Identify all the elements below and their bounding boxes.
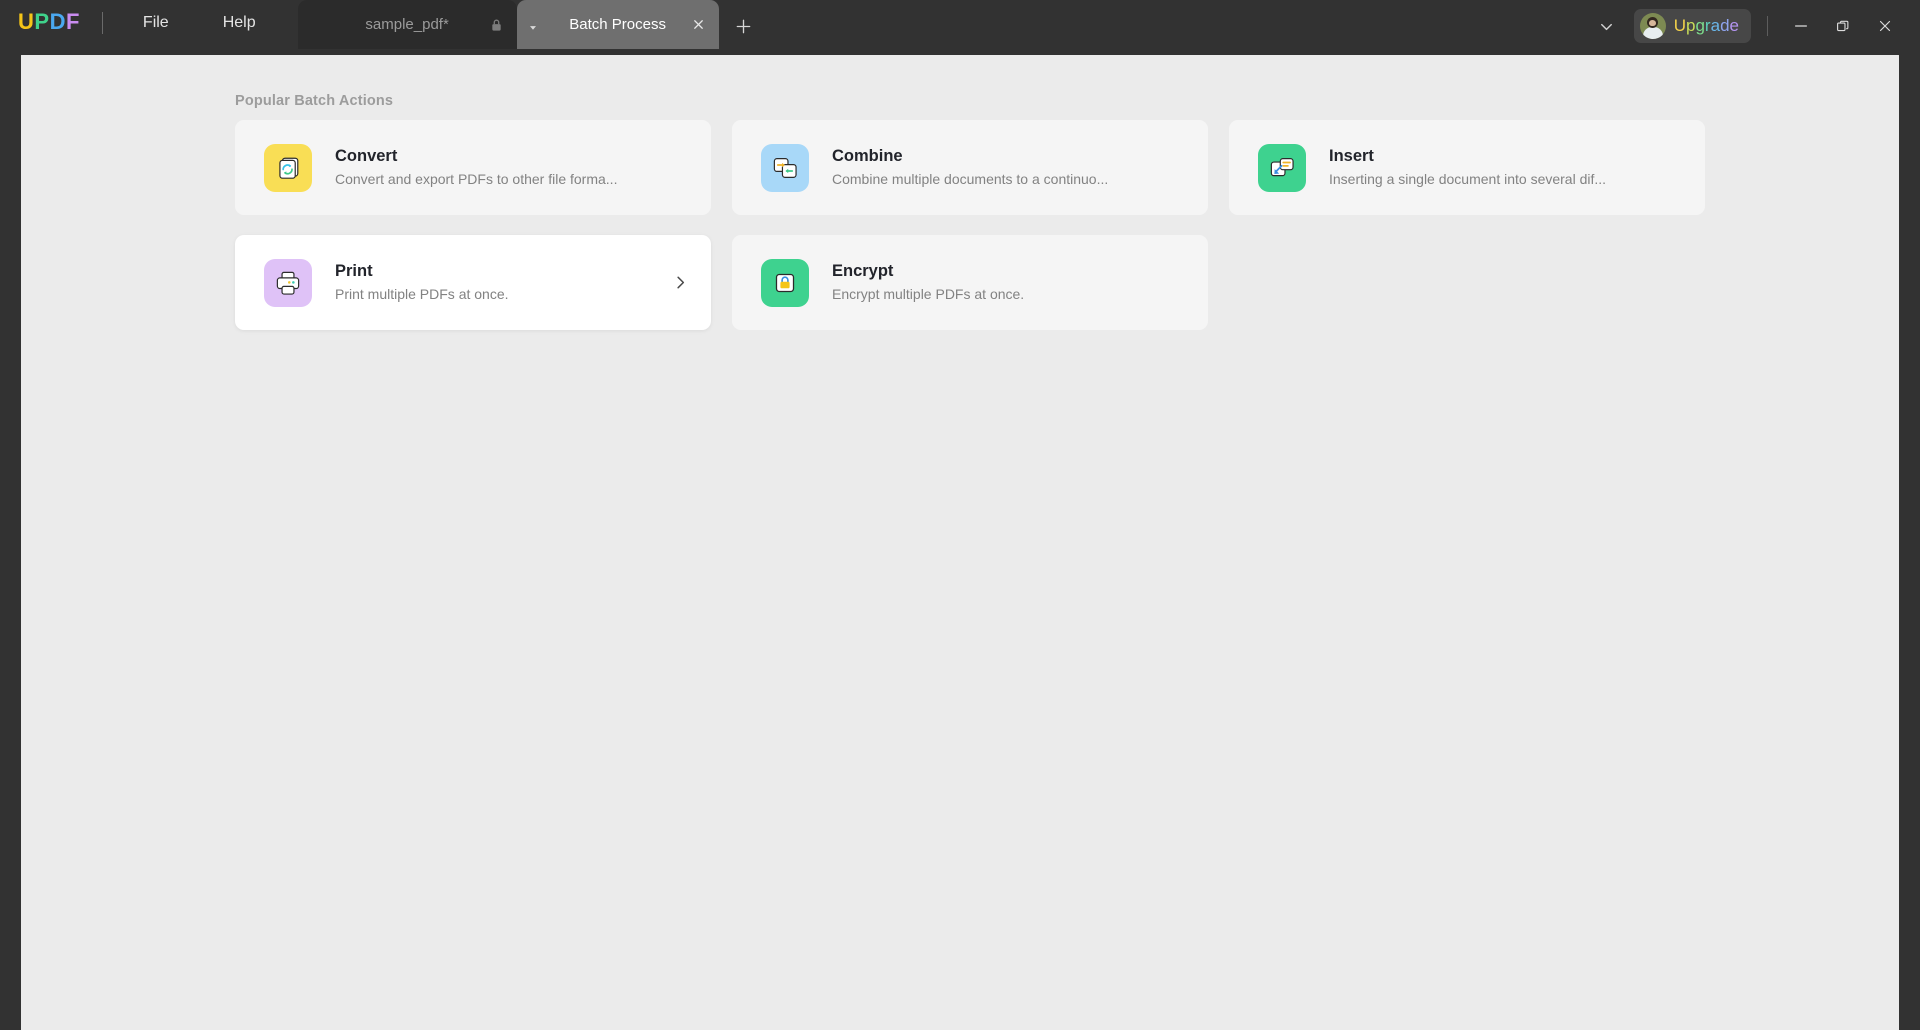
chevron-right-icon[interactable] [671, 274, 689, 292]
encrypt-icon [761, 258, 809, 307]
batch-action-card-combine[interactable]: Combine Combine multiple documents to a … [732, 120, 1208, 215]
card-title: Encrypt [832, 262, 894, 281]
menu-item-help[interactable]: Help [207, 12, 272, 34]
card-text: Encrypt Encrypt multiple PDFs at once. [832, 262, 1024, 303]
card-text: Combine Combine multiple documents to a … [832, 147, 1108, 188]
lock-icon [490, 18, 503, 31]
card-title: Convert [335, 147, 398, 166]
batch-action-card-print[interactable]: Print Print multiple PDFs at once. [235, 235, 711, 330]
combine-icon [761, 143, 809, 192]
close-icon[interactable] [691, 17, 707, 33]
batch-action-card-encrypt[interactable]: Encrypt Encrypt multiple PDFs at once. [732, 235, 1208, 330]
batch-actions-grid: Convert Convert and export PDFs to other… [235, 120, 1705, 330]
titlebar-right-group: Upgrade [1590, 7, 1906, 45]
tab-strip: sample_pdf* Batch Process [297, 0, 757, 55]
card-title: Insert [1329, 147, 1374, 166]
tab-label: sample_pdf* [365, 16, 449, 33]
close-icon[interactable] [1864, 9, 1906, 43]
section-title: Popular Batch Actions [235, 93, 394, 109]
titlebar: UPDF File Help sample_pdf* Batch Process [0, 0, 1920, 55]
chevron-down-icon[interactable] [1590, 9, 1624, 43]
tab-sample-pdf[interactable]: sample_pdf* [297, 0, 517, 49]
upgrade-button[interactable]: Upgrade [1633, 9, 1751, 43]
updf-logo[interactable]: UPDF [18, 9, 80, 35]
batch-action-card-insert[interactable]: Insert Inserting a single document into … [1229, 120, 1705, 215]
new-tab-button[interactable] [731, 13, 757, 39]
card-description: Inserting a single document into several… [1329, 171, 1607, 188]
avatar [1639, 13, 1666, 39]
logo-separator [101, 12, 103, 34]
card-text: Insert Inserting a single document into … [1329, 147, 1606, 188]
batch-action-card-convert[interactable]: Convert Convert and export PDFs to other… [235, 120, 711, 215]
card-title: Print [335, 262, 373, 281]
convert-icon [264, 143, 312, 192]
card-description: Print multiple PDFs at once. [335, 286, 509, 303]
plus-icon [736, 19, 751, 33]
card-text: Convert Convert and export PDFs to other… [335, 147, 617, 188]
card-description: Combine multiple documents to a continuo… [832, 171, 1109, 188]
print-icon [264, 258, 312, 307]
restore-icon[interactable] [1822, 9, 1864, 43]
caret-down-icon[interactable] [528, 19, 539, 30]
card-title: Combine [832, 147, 903, 166]
upgrade-label: Upgrade [1673, 16, 1739, 35]
card-description: Convert and export PDFs to other file fo… [335, 171, 618, 188]
content-area: Popular Batch Actions Convert Convert an… [21, 45, 1899, 1030]
tab-label: Batch Process [569, 16, 666, 33]
window-controls-separator [1767, 16, 1768, 36]
tab-batch-process[interactable]: Batch Process [516, 0, 719, 49]
menu-item-file[interactable]: File [127, 12, 185, 34]
card-text: Print Print multiple PDFs at once. [335, 262, 509, 303]
minimize-icon[interactable] [1780, 9, 1822, 43]
card-description: Encrypt multiple PDFs at once. [832, 286, 1025, 303]
insert-icon [1258, 143, 1306, 192]
